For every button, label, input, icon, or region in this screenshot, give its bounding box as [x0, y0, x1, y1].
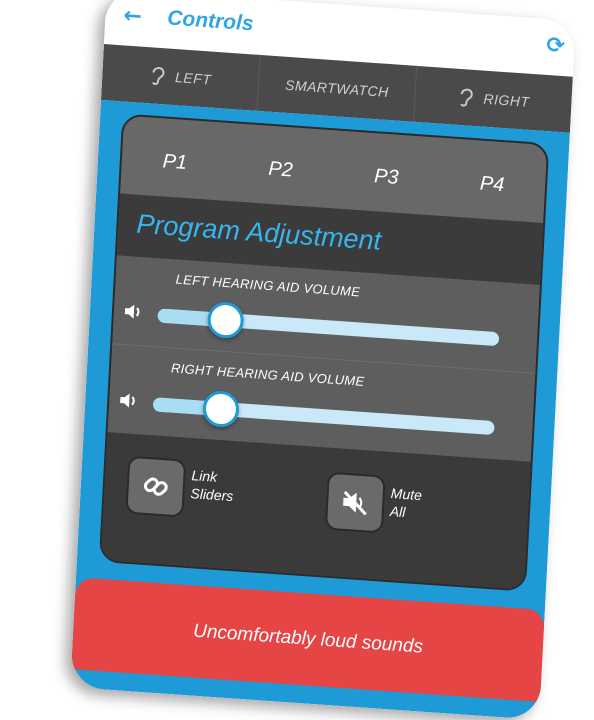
ear-icon	[460, 88, 473, 107]
left-volume-label: LEFT HEARING AID VOLUME	[175, 271, 361, 300]
link-label-line2: Sliders	[190, 485, 234, 505]
loud-sounds-label: Uncomfortably loud sounds	[192, 620, 424, 658]
right-volume-thumb[interactable]	[202, 389, 241, 429]
phone-frame: ← Controls ⟳ LEFT SMARTWATCH RIGHT P1 P2…	[70, 0, 576, 720]
back-arrow-icon[interactable]: ←	[123, 3, 150, 31]
program-tab-p4[interactable]: P4	[479, 164, 505, 197]
tab-right-label: RIGHT	[483, 90, 530, 110]
link-sliders-button[interactable]	[125, 455, 187, 518]
left-volume-thumb[interactable]	[207, 300, 245, 340]
mute-icon	[343, 490, 367, 516]
speaker-icon	[120, 393, 135, 408]
mute-all-label: Mute All	[389, 484, 451, 524]
speaker-icon	[124, 304, 140, 319]
left-volume-slider[interactable]	[157, 300, 500, 347]
refresh-icon[interactable]: ⟳	[546, 33, 569, 59]
right-volume-label: RIGHT HEARING AID VOLUME	[170, 360, 365, 389]
mute-all-button[interactable]	[324, 471, 386, 534]
ear-icon	[151, 67, 165, 85]
program-tab-p3[interactable]: P3	[374, 157, 400, 190]
tab-smartwatch-label: SMARTWATCH	[284, 76, 390, 100]
program-tab-p1[interactable]: P1	[162, 142, 188, 175]
tab-left-label: LEFT	[174, 69, 212, 88]
mute-label-line2: All	[389, 503, 406, 521]
right-volume-slider[interactable]	[152, 389, 495, 436]
section-title: Program Adjustment	[135, 208, 382, 256]
program-card: P1 P2 P3 P4 Program Adjustment LEFT HEAR…	[98, 113, 550, 592]
program-tab-p2[interactable]: P2	[268, 149, 294, 182]
page-title: Controls	[166, 6, 255, 36]
link-icon	[143, 477, 168, 496]
link-sliders-label: Link Sliders	[190, 466, 252, 506]
